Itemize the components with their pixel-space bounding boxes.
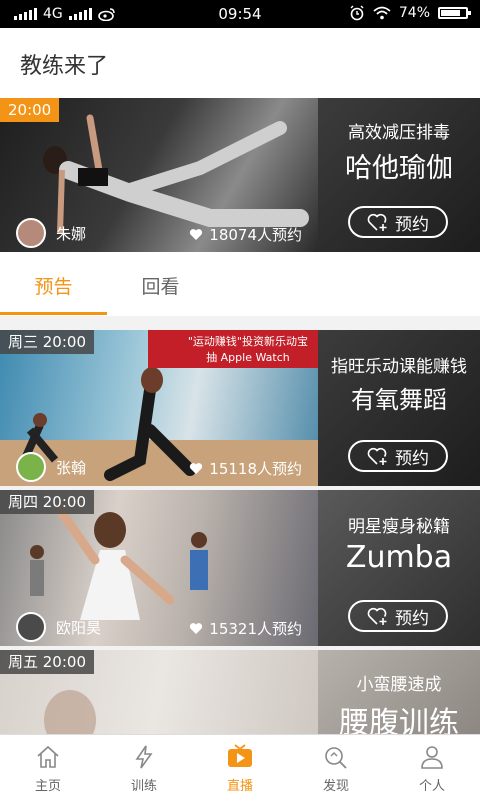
coach-name: 张翰: [56, 458, 87, 477]
discover-icon: [325, 747, 347, 769]
lightning-icon: [135, 745, 153, 769]
nav-training[interactable]: 训练: [96, 735, 192, 801]
tab-indicator: [0, 312, 107, 315]
heart-plus-icon: [367, 607, 387, 625]
schedule-time-tag: 周三 20:00: [0, 330, 94, 354]
nav-discover[interactable]: 发现: [288, 735, 384, 801]
featured-time-tag: 20:00: [0, 98, 60, 122]
featured-coach[interactable]: 朱娜: [16, 218, 86, 248]
heart-icon: [190, 623, 203, 634]
heart-plus-icon: [367, 447, 387, 465]
promo-title: 腰腹训练: [339, 706, 459, 734]
ad-banner-text: "运动赚钱"投资新乐动宝 抽 Apple Watch: [188, 334, 308, 366]
nav-label: 训练: [130, 779, 157, 794]
battery-icon: [438, 7, 471, 19]
status-bar: 4G 09:54 74%: [0, 0, 480, 28]
promo-title: 哈他瑜伽: [345, 153, 453, 184]
likes-count: 15321人预约: [209, 620, 302, 638]
ad-line-2: 抽 Apple Watch: [206, 351, 290, 364]
nav-label: 直播: [226, 779, 253, 794]
nav-home[interactable]: 主页: [0, 735, 96, 801]
book-button[interactable]: 预约: [348, 206, 448, 238]
schedule-time-tag: 周五 20:00: [0, 650, 94, 674]
schedule-promo: 指旺乐动课能赚钱 有氧舞蹈 预约: [318, 330, 480, 486]
tv-play-icon: [228, 744, 252, 767]
featured-likes: 18074人预约: [189, 224, 302, 245]
tab-bar: 预告 回看: [0, 252, 480, 316]
header: 教练来了: [0, 28, 480, 99]
battery-percent: 74%: [398, 5, 430, 21]
nav-label: 主页: [34, 779, 61, 794]
book-label: 预约: [395, 608, 429, 629]
promo-subtitle: 明星瘦身秘籍: [348, 517, 450, 537]
avatar: [16, 452, 46, 482]
featured-card[interactable]: 20:00 朱娜 18074人预约 高效减压排毒 哈他瑜伽 预约: [0, 98, 480, 252]
schedule-card[interactable]: 周五 20:00 小蛮腰速成 腰腹训练: [0, 650, 480, 734]
page-title: 教练来了: [20, 54, 109, 79]
schedule-promo: 明星瘦身秘籍 Zumba 预约: [318, 490, 480, 646]
promo-title: Zumba: [345, 540, 453, 575]
likes-count: 15118人预约: [209, 460, 302, 478]
schedule-card[interactable]: "运动赚钱"投资新乐动宝 抽 Apple Watch 周三 20:00 张翰 1…: [0, 330, 480, 486]
avatar: [16, 612, 46, 642]
featured-promo: 高效减压排毒 哈他瑜伽 预约: [318, 98, 480, 252]
promo-subtitle: 指旺乐动课能赚钱: [331, 357, 467, 377]
wifi-icon: [373, 6, 391, 20]
bottom-nav: 主页 训练 直播 发现 个人: [0, 734, 480, 801]
heart-icon: [190, 463, 203, 474]
promo-subtitle: 高效减压排毒: [348, 123, 450, 143]
book-label: 预约: [395, 448, 429, 469]
schedule-coach[interactable]: 张翰: [16, 452, 86, 482]
book-button[interactable]: 预约: [348, 600, 448, 632]
heart-plus-icon: [367, 213, 387, 231]
nav-label: 个人: [418, 779, 445, 794]
schedule-likes: 15321人预约: [189, 618, 302, 639]
nav-profile[interactable]: 个人: [384, 735, 480, 801]
schedule-promo: 小蛮腰速成 腰腹训练: [318, 650, 480, 734]
promo-title: 有氧舞蹈: [351, 386, 447, 414]
tab-preview[interactable]: 预告: [0, 252, 107, 316]
person-icon: [421, 746, 443, 769]
tab-replay[interactable]: 回看: [107, 252, 214, 316]
status-right: 74%: [349, 5, 471, 21]
alarm-icon: [350, 5, 364, 21]
schedule-time-tag: 周四 20:00: [0, 490, 94, 514]
schedule-card[interactable]: 周四 20:00 欧阳昊 15321人预约 明星瘦身秘籍 Zumba 预约: [0, 490, 480, 646]
coach-name: 欧阳昊: [56, 618, 102, 637]
home-icon: [37, 745, 59, 768]
nav-live[interactable]: 直播: [192, 735, 288, 801]
promo-subtitle: 小蛮腰速成: [356, 675, 442, 695]
heart-icon: [190, 229, 203, 240]
schedule-likes: 15118人预约: [189, 458, 302, 479]
avatar: [16, 218, 46, 248]
nav-label: 发现: [322, 779, 349, 794]
likes-count: 18074人预约: [209, 226, 302, 244]
book-label: 预约: [395, 214, 429, 235]
schedule-coach[interactable]: 欧阳昊: [16, 612, 101, 642]
coach-name: 朱娜: [56, 224, 87, 243]
book-button[interactable]: 预约: [348, 440, 448, 472]
ad-line-1: "运动赚钱"投资新乐动宝: [187, 335, 308, 348]
